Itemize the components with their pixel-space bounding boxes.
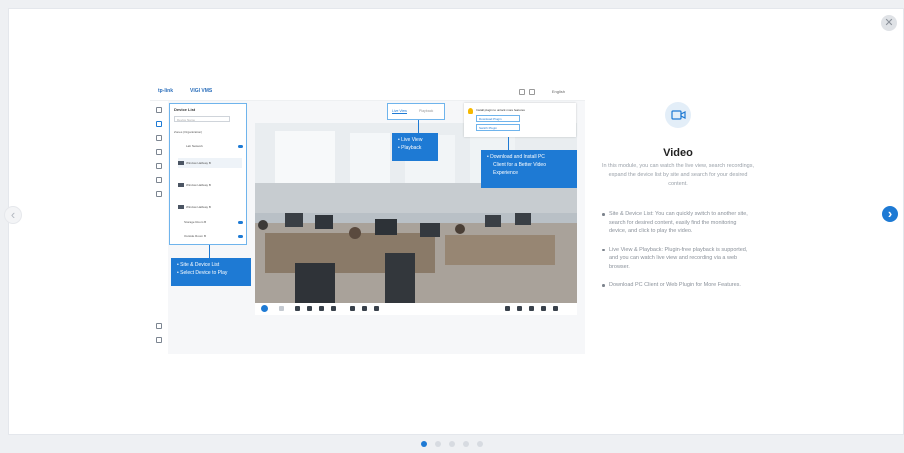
page-dot[interactable]	[477, 441, 483, 447]
callout-live-view: • Live View • Playback	[392, 133, 438, 161]
device-list-panel: Device List Device Name Zones (Organizat…	[169, 103, 247, 245]
tree-row: Zones (Organization)	[174, 130, 203, 134]
tree-row: Outside Room B	[184, 234, 207, 238]
close-icon[interactable]: ✕	[881, 15, 897, 31]
video-camera-icon	[665, 102, 691, 128]
plugin-notice: Install plugin to unlock more features D…	[464, 103, 576, 137]
audio-icon	[331, 306, 336, 311]
list-item: Download PC Client or Web Plugin for Mor…	[600, 281, 750, 290]
account-icon	[156, 337, 162, 343]
language-select: English	[551, 89, 565, 94]
vms-preview-image: tp-link VIGI VMS English Device List Dev…	[150, 86, 585, 354]
settings-icon	[374, 306, 379, 311]
chart-icon	[156, 177, 162, 183]
preview-side-rail	[150, 101, 168, 354]
tree-row: Window Hallway B	[178, 180, 248, 190]
next-slide-button[interactable]: ›	[882, 206, 898, 222]
tree-row: Window Hallway B	[178, 158, 242, 168]
building-icon	[156, 323, 162, 329]
snapshot-icon	[517, 306, 522, 311]
grid-layout-icon	[261, 305, 268, 312]
people-icon	[156, 135, 162, 141]
device-search-input: Device Name	[174, 116, 230, 122]
switch-plugin-button: Switch Plugin	[476, 124, 520, 131]
tab-playback: Playback	[419, 109, 434, 113]
callout-connector	[508, 137, 509, 151]
list-item: Site & Device List: You can quickly swit…	[600, 210, 750, 236]
tree-row: Lab Network	[186, 144, 203, 148]
camera-icon	[295, 306, 300, 311]
record-icon	[307, 306, 312, 311]
mic-icon	[350, 306, 355, 311]
page-dot[interactable]	[421, 441, 427, 447]
slide-pagination	[0, 441, 904, 447]
section-title: Video	[663, 147, 693, 159]
plugin-message: Install plugin to unlock more features	[476, 108, 525, 112]
ptz-icon	[529, 306, 534, 311]
clock-icon	[156, 149, 162, 155]
info-icon	[505, 306, 510, 311]
status-badge	[238, 221, 243, 224]
callout-site-device: • Site & Device List • Select Device to …	[171, 258, 251, 286]
callout-connector	[209, 245, 210, 258]
speaker-icon	[362, 306, 367, 311]
feature-list: Site & Device List: You can quickly swit…	[600, 210, 750, 300]
zoom-icon	[319, 306, 324, 311]
settings-icon	[156, 191, 162, 197]
page-dot[interactable]	[463, 441, 469, 447]
lightbulb-icon	[468, 108, 473, 114]
vigi-vms-logo: VIGI VMS	[190, 88, 213, 94]
prev-slide-button[interactable]: ‹	[4, 206, 22, 224]
tab-live-view: Live View	[392, 109, 407, 114]
fullscreen-icon	[553, 306, 558, 311]
callout-download-client: • Download and Install PC Client for a B…	[481, 150, 577, 188]
section-description: In this module, you can watch the live v…	[602, 163, 754, 187]
layout-icon	[279, 306, 284, 311]
grid-icon	[541, 306, 546, 311]
tplink-logo: tp-link	[158, 88, 173, 94]
device-list-title: Device List	[174, 107, 196, 112]
monitor-icon	[519, 89, 525, 95]
user-icon	[529, 89, 535, 95]
video-toolbar	[255, 303, 577, 315]
view-tabs: Live View Playback	[387, 103, 445, 120]
video-icon	[156, 121, 162, 127]
status-badge	[238, 145, 243, 148]
status-badge	[238, 235, 243, 238]
tree-row: Window Hallway B	[178, 202, 248, 212]
callout-connector	[418, 120, 419, 133]
download-plugin-button: Download Plugin	[476, 115, 520, 122]
list-item: Live View & Playback: Plugin-free playba…	[600, 246, 750, 272]
preview-top-bar: tp-link VIGI VMS English	[150, 86, 585, 101]
tree-row: Storage Room B	[184, 220, 207, 224]
page-dot[interactable]	[449, 441, 455, 447]
page-dot[interactable]	[435, 441, 441, 447]
grid-icon	[156, 107, 162, 113]
map-icon	[156, 163, 162, 169]
